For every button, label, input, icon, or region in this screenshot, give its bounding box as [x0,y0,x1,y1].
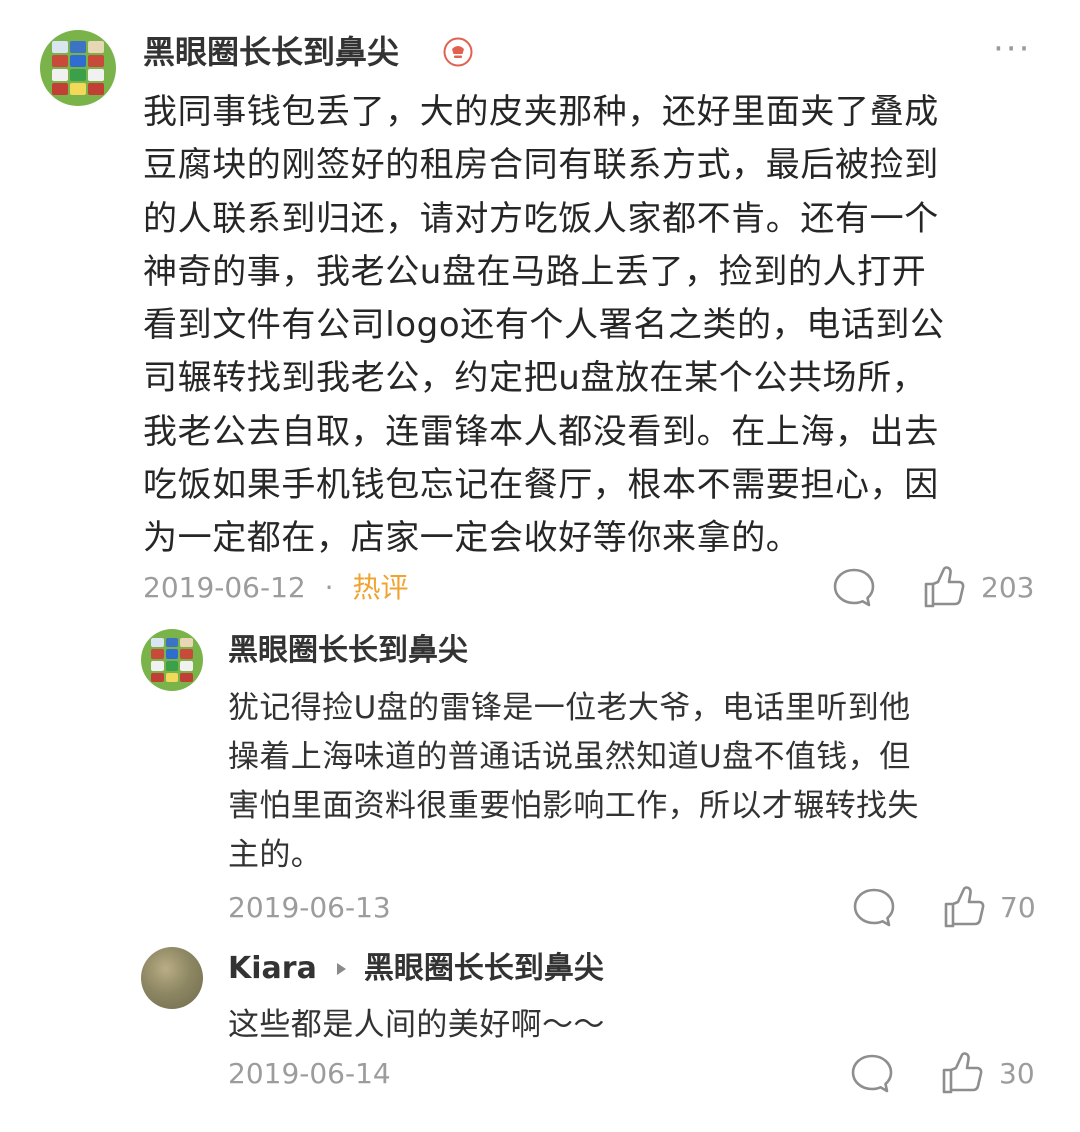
avatar[interactable] [141,947,203,1009]
comment-text: 这些都是人间的美好啊～～ [228,1001,605,1050]
play-arrow-icon [336,963,346,975]
reply-item: Kiara 黑眼圈长长到鼻尖 这些都是人间的美好啊～～ 2019-06-14 30 [0,0,1080,1132]
reply-header: Kiara 黑眼圈长长到鼻尖 [228,950,604,988]
comment-line: 这些都是人间的美好啊～～ [228,1007,605,1043]
like-count: 30 [999,1057,1035,1090]
comment-date: 2019-06-14 [228,1057,391,1090]
reply-to-author[interactable]: 黑眼圈长长到鼻尖 [364,951,604,986]
comment-author[interactable]: Kiara [228,951,317,986]
comment-bubble-icon[interactable] [849,1052,895,1096]
thumbs-up-icon[interactable] [940,1050,984,1096]
